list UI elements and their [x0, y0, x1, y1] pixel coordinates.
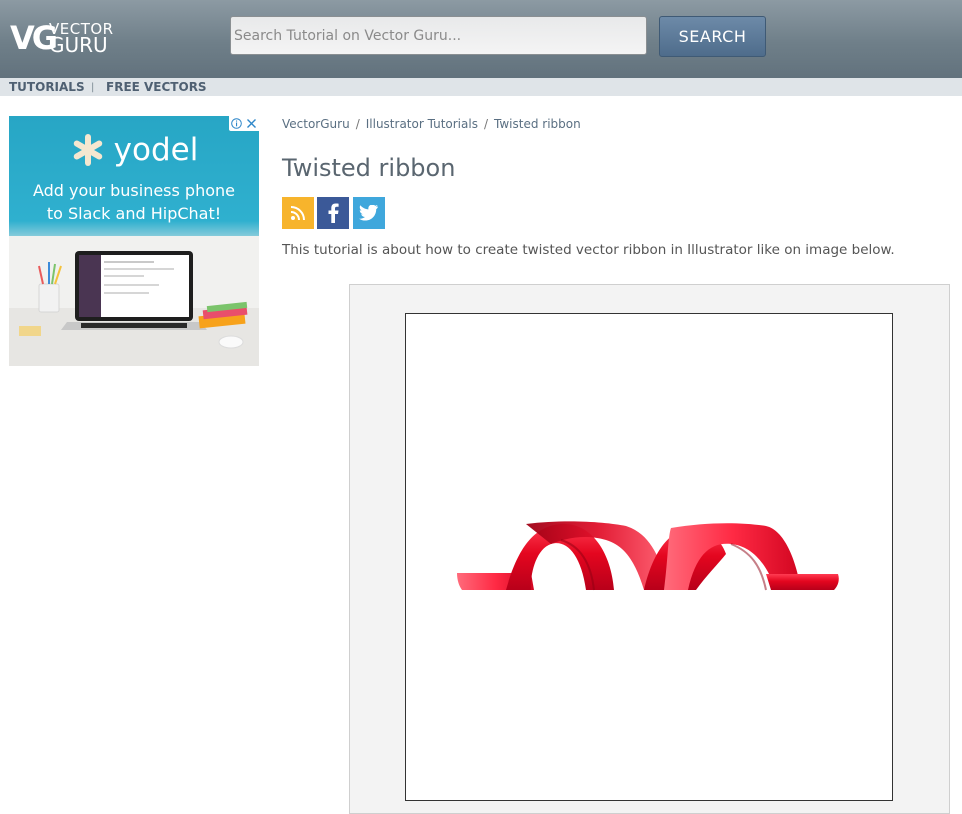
search-input[interactable] — [230, 16, 647, 55]
nav-item-free-vectors[interactable]: FREE VECTORS — [106, 79, 207, 95]
ad-headline: Add your business phone to Slack and Hip… — [9, 179, 259, 225]
breadcrumb-item-home[interactable]: VectorGuru — [282, 117, 350, 131]
ad-banner[interactable]: yodel Add your business phone to Slack a… — [9, 116, 259, 366]
info-icon[interactable] — [229, 116, 244, 131]
ad-brand: yodel — [113, 132, 199, 168]
breadcrumb-separator: / — [483, 117, 488, 131]
rss-icon[interactable] — [282, 197, 314, 229]
site-logo[interactable]: VG VECTOR GURU — [10, 18, 120, 58]
site-header: VG VECTOR GURU SEARCH — [0, 0, 962, 78]
nav-separator: | — [91, 82, 95, 93]
logo-text-bottom: GURU — [49, 33, 108, 57]
nav-item-tutorials[interactable]: TUTORIALS — [9, 79, 85, 95]
facebook-icon[interactable] — [317, 197, 349, 229]
nav-bar: TUTORIALS | FREE VECTORS — [0, 78, 962, 96]
breadcrumb-item-current[interactable]: Twisted ribbon — [494, 117, 581, 131]
ad-controls — [229, 116, 259, 131]
search-button[interactable]: SEARCH — [659, 16, 766, 57]
twitter-icon[interactable] — [353, 197, 385, 229]
article-intro: This tutorial is about how to create twi… — [282, 242, 895, 258]
ad-logo: yodel — [9, 130, 259, 170]
ad-headline-line2: to Slack and HipChat! — [46, 204, 222, 223]
ad-laptop-image — [9, 236, 259, 366]
close-icon[interactable] — [244, 116, 259, 131]
ad-headline-line1: Add your business phone — [32, 181, 235, 200]
breadcrumb-separator: / — [355, 117, 360, 131]
page-title: Twisted ribbon — [282, 154, 456, 182]
breadcrumb: VectorGuru / Illustrator Tutorials / Twisted… — [282, 116, 581, 132]
breadcrumb-item-illustrator-tutorials[interactable]: Illustrator Tutorials — [366, 117, 478, 131]
ribbon-illustration — [457, 521, 839, 591]
twisted-ribbon-image — [405, 313, 893, 801]
asterisk-icon — [73, 134, 102, 166]
